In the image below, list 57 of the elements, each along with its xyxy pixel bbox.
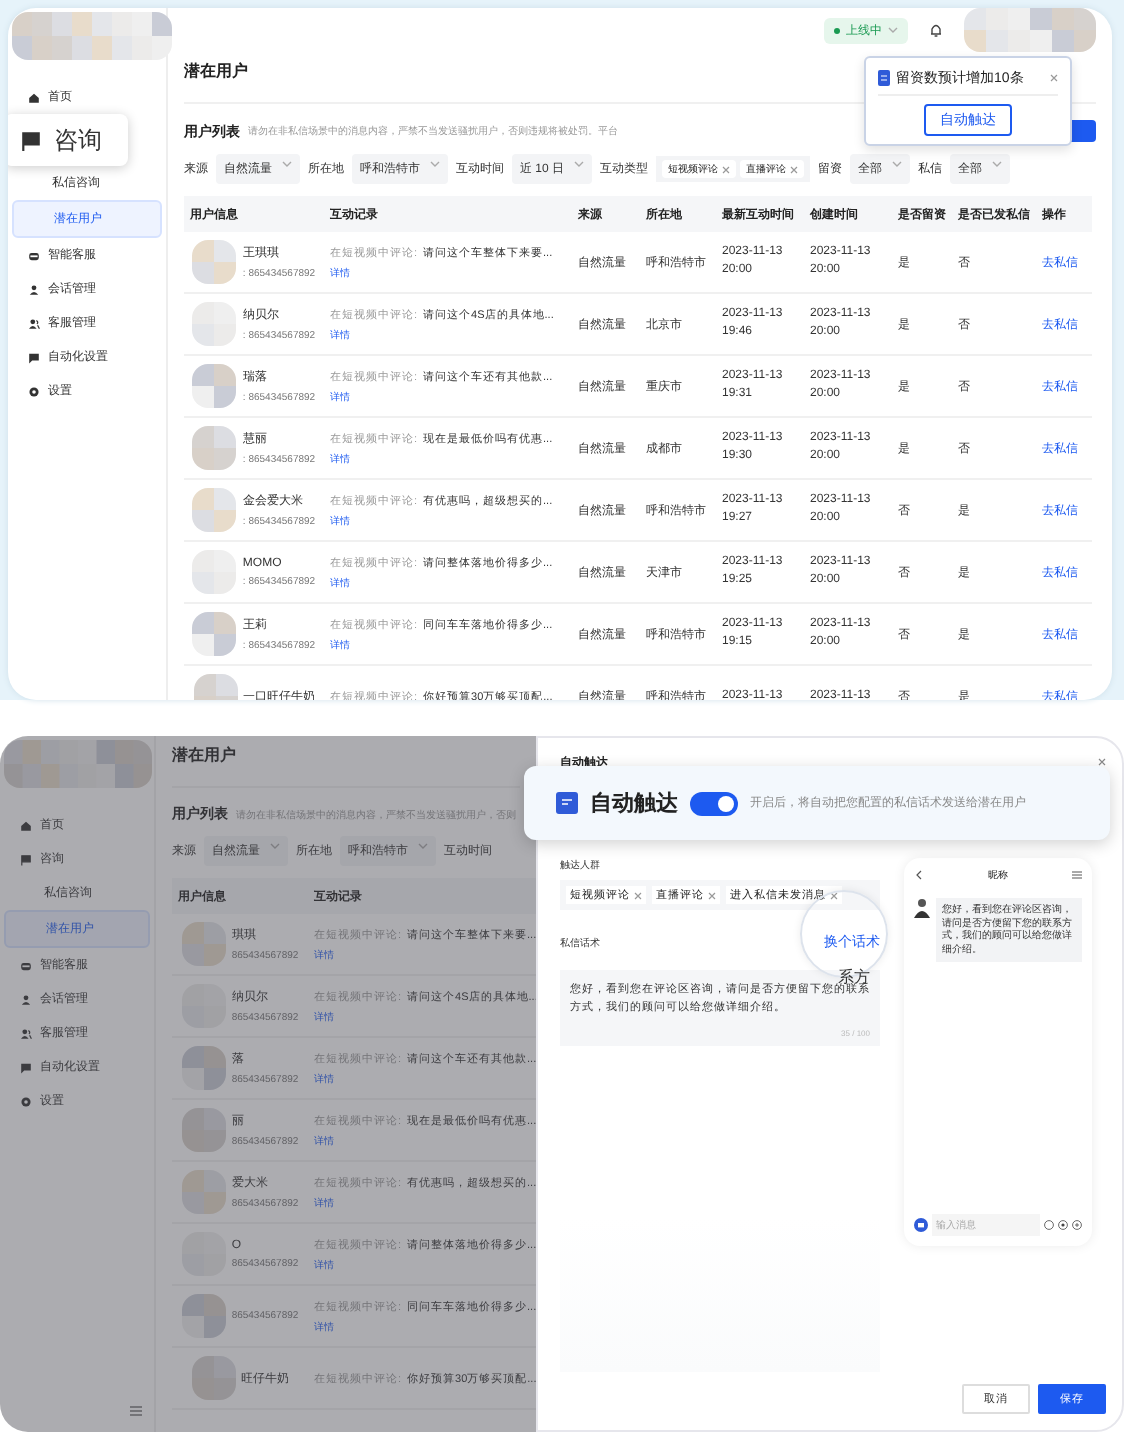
voice-icon	[1044, 1220, 1054, 1230]
caret-icon	[282, 160, 292, 168]
message-icon	[556, 792, 578, 814]
toggle-switch[interactable]	[690, 791, 738, 815]
close-icon[interactable]	[1098, 758, 1106, 766]
pixelated-avatar	[192, 302, 237, 346]
menu-icon	[1072, 870, 1082, 880]
caret-icon	[888, 26, 898, 34]
users-icon	[20, 1027, 32, 1039]
bell-icon[interactable]	[928, 22, 944, 38]
pixelated-avatar	[191, 1356, 235, 1400]
pixelated-avatar	[964, 8, 1096, 52]
flag-icon	[20, 853, 32, 865]
pixelated-avatar	[192, 612, 237, 656]
camera-icon	[914, 1218, 928, 1232]
caret-icon	[992, 160, 1003, 168]
flag-icon	[20, 129, 42, 151]
caret-icon	[892, 160, 903, 168]
user-icon	[28, 283, 40, 295]
back-icon	[914, 870, 924, 880]
person-icon	[914, 898, 930, 918]
document-icon	[878, 70, 890, 86]
close-icon[interactable]	[1050, 74, 1058, 82]
settings-icon	[20, 1095, 32, 1107]
menu-icon[interactable]	[130, 1406, 142, 1416]
pixelated-avatar	[192, 426, 237, 470]
caret-icon	[418, 842, 428, 850]
caret-icon	[574, 160, 585, 168]
pixelated-avatar	[181, 1046, 226, 1090]
settings-icon	[28, 385, 40, 397]
user-icon	[20, 993, 32, 1005]
close-icon[interactable]	[722, 165, 731, 173]
close-icon[interactable]	[790, 165, 799, 173]
close-icon[interactable]	[634, 891, 642, 899]
page-title: 潜在用户	[172, 736, 520, 788]
sidebar-item[interactable]: 咨询	[8, 114, 128, 166]
add-icon	[1072, 1220, 1082, 1230]
home-icon	[20, 819, 32, 831]
emoji-icon	[1058, 1220, 1068, 1230]
magnified-text: 系方	[838, 966, 870, 986]
pixelated-avatar	[192, 550, 237, 594]
pixelated-avatar	[181, 1170, 226, 1214]
pixelated-avatar	[181, 1294, 226, 1338]
caret-icon	[270, 842, 280, 850]
pixelated-avatar	[192, 488, 237, 532]
close-icon[interactable]	[708, 891, 716, 899]
pixelated-avatar	[181, 922, 226, 966]
users-icon	[28, 317, 40, 329]
pixelated-avatar	[181, 1108, 226, 1152]
feature-label: 自动触达	[590, 789, 678, 818]
chat-icon	[28, 351, 40, 363]
pixelated-avatar	[192, 240, 237, 284]
chat-icon	[20, 1061, 32, 1073]
caret-icon	[430, 160, 440, 168]
home-icon	[28, 91, 40, 103]
close-icon[interactable]	[830, 891, 838, 899]
pixelated-avatar	[192, 364, 237, 408]
